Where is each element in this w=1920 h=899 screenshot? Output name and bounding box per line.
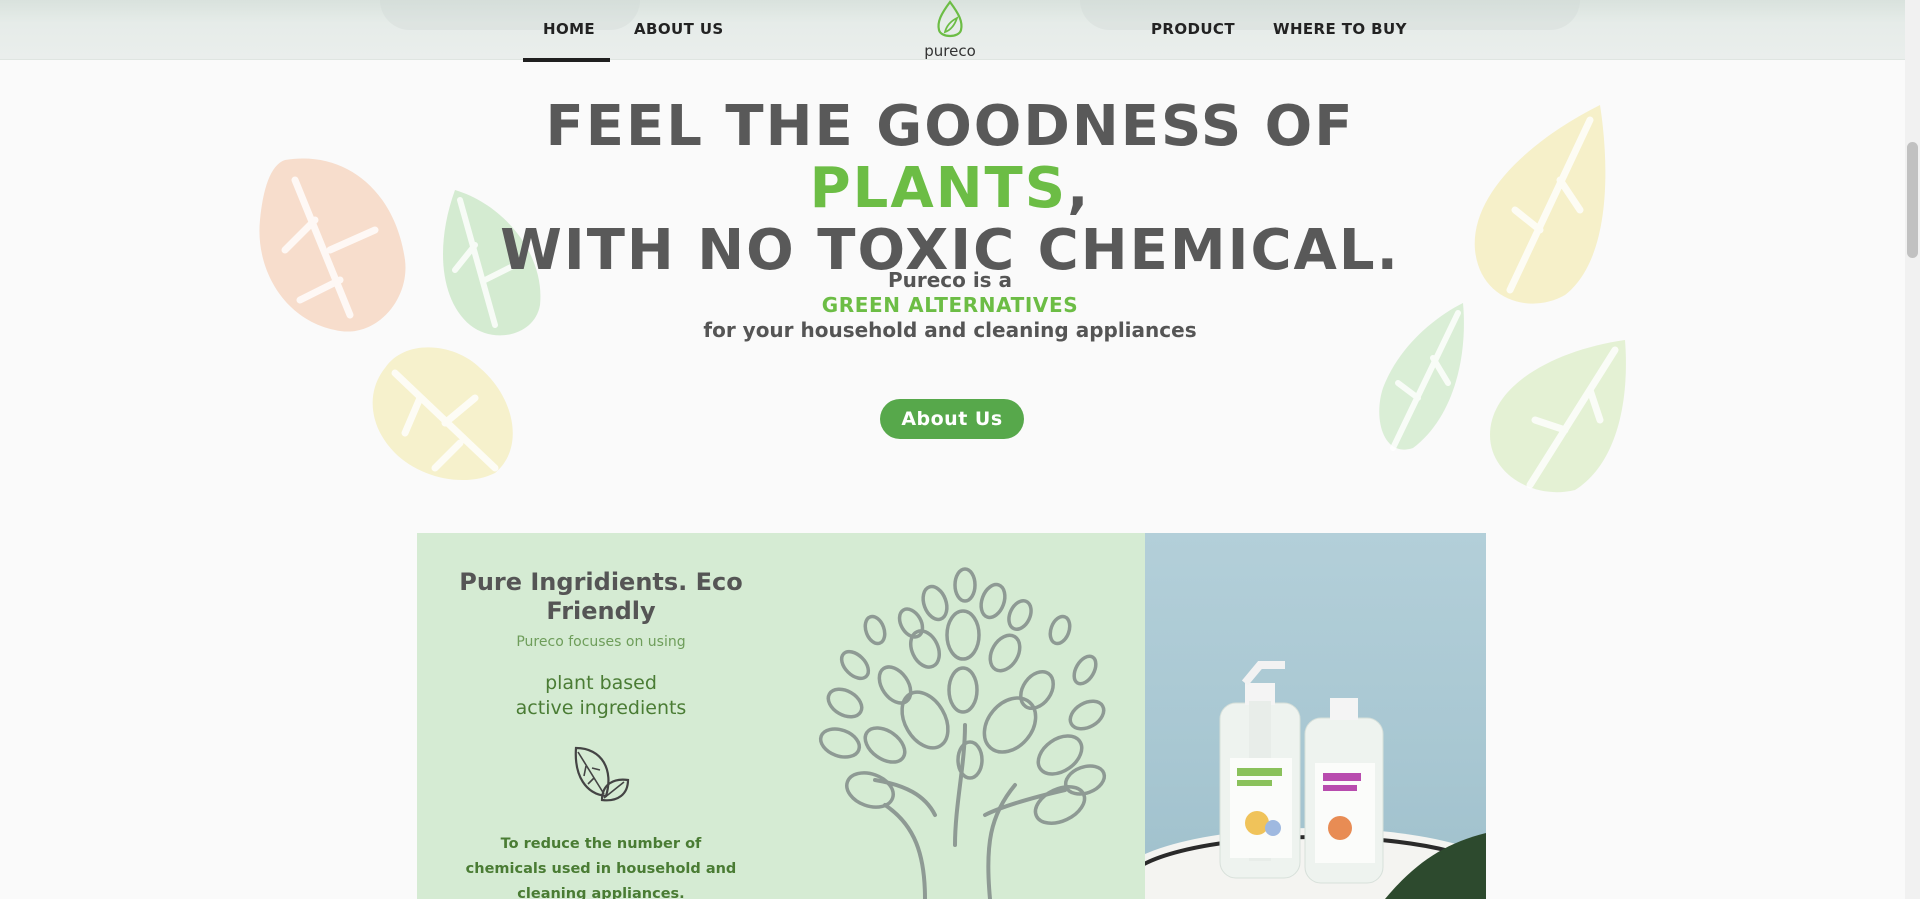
feature-highlight-line2: active ingredients [515, 697, 687, 719]
header-background-decoration [380, 0, 640, 30]
vertical-scrollbar-thumb[interactable] [1907, 142, 1918, 258]
decorative-leaf-yellow [1474, 105, 1606, 304]
feature-highlight: plant based active ingredients [458, 671, 744, 721]
intro-highlight: GREEN ALTERNATIVES [821, 293, 1079, 317]
decorative-leaf-yellow [372, 347, 513, 481]
nav-link-about-us[interactable]: ABOUT US [634, 20, 724, 40]
product-bottles-image [1145, 661, 1486, 899]
feature-highlight-line1: plant based [545, 672, 657, 694]
logo-text: pureco [924, 42, 976, 60]
hero-title-highlight: PLANTS [809, 156, 1068, 221]
decorative-leaf-green [1379, 303, 1464, 451]
nav-link-product[interactable]: PRODUCT [1151, 20, 1235, 40]
top-navigation-bar: HOME ABOUT US PRODUCT WHERE TO BUY purec… [0, 0, 1905, 62]
intro-line1: Pureco is a [887, 268, 1013, 292]
product-photo [1145, 533, 1486, 899]
nav-link-where-to-buy[interactable]: WHERE TO BUY [1273, 20, 1407, 40]
nav-active-indicator [523, 58, 610, 62]
pureco-leaf-logo-icon [937, 0, 963, 38]
hero-title-part2: , [1067, 156, 1091, 221]
hero-title: FEEL THE GOODNESS OF PLANTS, WITH NO TOX… [440, 96, 1460, 282]
pureco-logo[interactable]: pureco [915, 0, 985, 60]
intro-line3: for your household and cleaning applianc… [703, 318, 1197, 342]
about-us-button[interactable]: About Us [880, 399, 1024, 439]
decorative-leaf-orange [259, 158, 406, 332]
leaves-icon [574, 746, 630, 802]
vertical-scrollbar-track[interactable] [1905, 0, 1920, 899]
feature-subtext: Pureco focuses on using [516, 634, 686, 650]
hero-intro: Pureco is a GREEN ALTERNATIVES for your … [660, 268, 1240, 343]
nav-link-home[interactable]: HOME [543, 20, 595, 40]
feature-heading: Pure Ingridients. Eco Friendly [459, 568, 743, 625]
tree-illustration [818, 567, 1107, 899]
feature-body: To reduce the number of chemicals used i… [465, 836, 737, 899]
decorative-leaf-light-green [1490, 340, 1626, 493]
hero-title-part1: FEEL THE GOODNESS OF [545, 94, 1355, 159]
